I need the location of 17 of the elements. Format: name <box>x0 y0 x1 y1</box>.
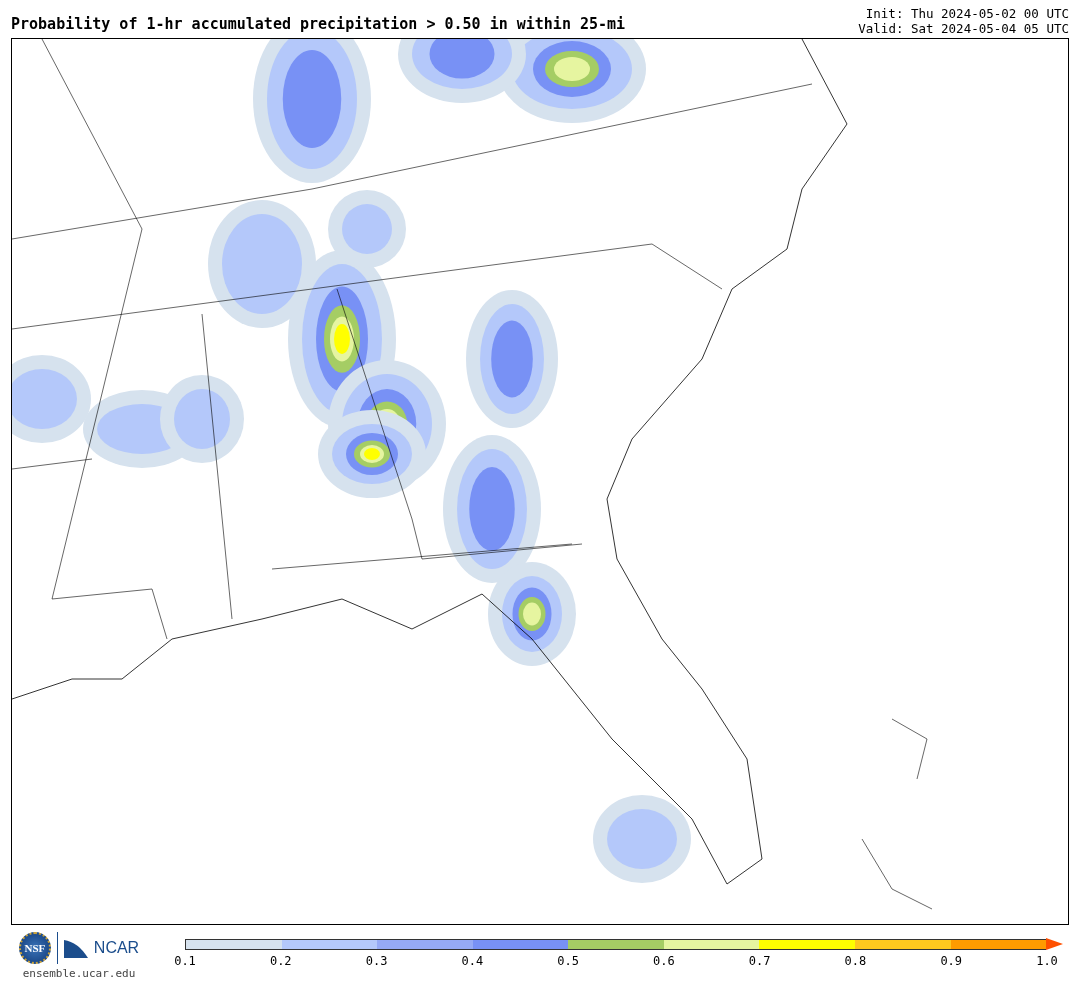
colorbar-tick-label: 1.0 <box>1036 954 1058 968</box>
colorbar-tick-label: 0.8 <box>844 954 867 968</box>
nsf-logo: NSF <box>18 932 51 964</box>
chart-title: Probability of 1-hr accumulated precipitation > 0.50 in within 25-mi <box>11 15 626 35</box>
colorbar-tick-label: 0.9 <box>940 954 963 968</box>
colorbar-tick-label: 0.4 <box>461 954 484 968</box>
ncar-logo-icon <box>63 938 88 958</box>
colorbar-tick-label: 0.3 <box>365 954 388 968</box>
colorbar-tick-label: 0.1 <box>174 954 196 968</box>
colorbar-tick-label: 0.2 <box>269 954 292 968</box>
colorbar-tick-label: 0.5 <box>557 954 579 968</box>
ncar-logo: NCAR <box>93 939 140 957</box>
init-time: Init: Thu 2024-05-02 00 UTC <box>865 6 1069 21</box>
website-url: ensemble.ucar.edu <box>22 967 136 980</box>
colorbar-tick-label: 0.7 <box>748 954 771 968</box>
valid-time: Valid: Sat 2024-05-04 05 UTC <box>858 21 1069 36</box>
colorbar-tick-label: 0.6 <box>653 954 675 968</box>
